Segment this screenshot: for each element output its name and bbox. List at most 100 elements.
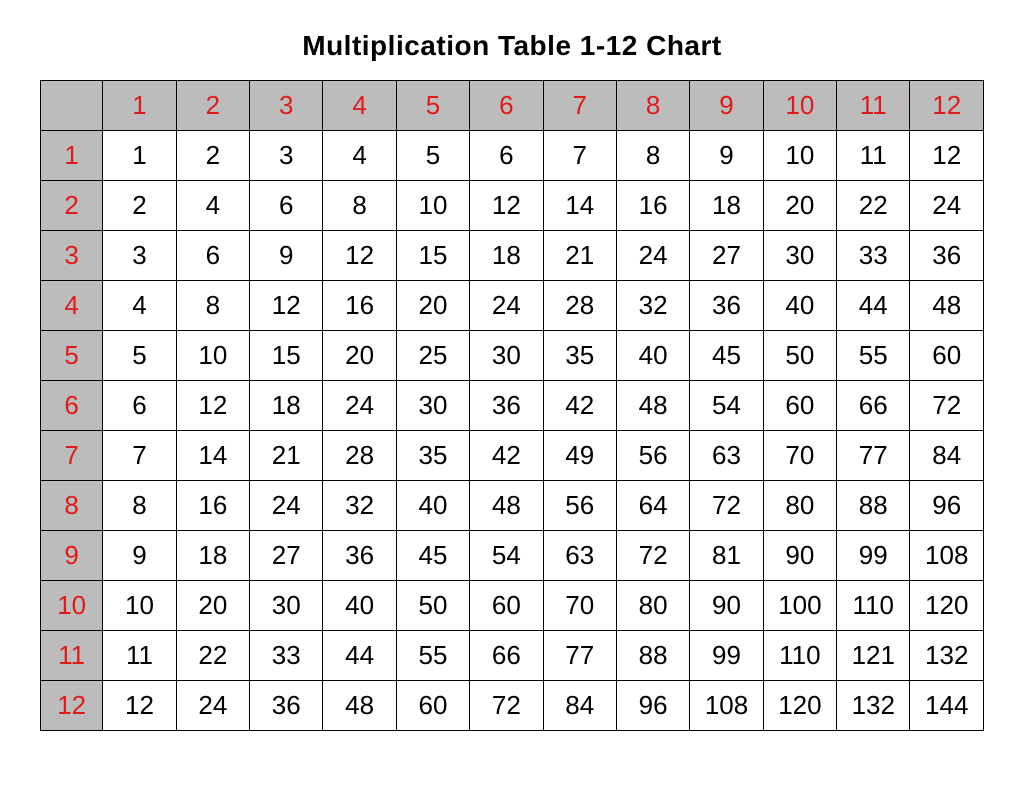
cell: 22: [837, 181, 910, 231]
table-body: 1 2 3 4 5 6 7 8 9 10 11 12 1 1 2 3 4 5 6: [41, 81, 984, 731]
cell: 16: [616, 181, 689, 231]
col-header: 10: [763, 81, 836, 131]
cell: 20: [763, 181, 836, 231]
col-header: 11: [837, 81, 910, 131]
table-row: 12 12 24 36 48 60 72 84 96 108 120 132 1…: [41, 681, 984, 731]
cell: 6: [470, 131, 543, 181]
cell: 20: [176, 581, 249, 631]
cell: 8: [176, 281, 249, 331]
cell: 4: [323, 131, 396, 181]
cell: 50: [763, 331, 836, 381]
cell: 10: [396, 181, 469, 231]
cell: 54: [470, 531, 543, 581]
cell: 42: [543, 381, 616, 431]
row-header: 10: [41, 581, 103, 631]
cell: 88: [837, 481, 910, 531]
cell: 55: [837, 331, 910, 381]
cell: 8: [103, 481, 176, 531]
cell: 10: [176, 331, 249, 381]
col-header: 4: [323, 81, 396, 131]
page-title: Multiplication Table 1-12 Chart: [40, 30, 984, 62]
cell: 12: [470, 181, 543, 231]
table-row: 2 2 4 6 8 10 12 14 16 18 20 22 24: [41, 181, 984, 231]
cell: 18: [470, 231, 543, 281]
cell: 96: [910, 481, 984, 531]
col-header: 6: [470, 81, 543, 131]
cell: 121: [837, 631, 910, 681]
cell: 12: [176, 381, 249, 431]
cell: 24: [616, 231, 689, 281]
cell: 3: [103, 231, 176, 281]
cell: 14: [543, 181, 616, 231]
cell: 5: [103, 331, 176, 381]
cell: 60: [470, 581, 543, 631]
table-row: 7 7 14 21 28 35 42 49 56 63 70 77 84: [41, 431, 984, 481]
cell: 24: [250, 481, 323, 531]
col-header: 12: [910, 81, 984, 131]
cell: 36: [323, 531, 396, 581]
cell: 144: [910, 681, 984, 731]
row-header: 6: [41, 381, 103, 431]
cell: 30: [763, 231, 836, 281]
cell: 15: [396, 231, 469, 281]
cell: 56: [543, 481, 616, 531]
cell: 72: [910, 381, 984, 431]
col-header: 7: [543, 81, 616, 131]
cell: 27: [690, 231, 763, 281]
cell: 64: [616, 481, 689, 531]
cell: 35: [396, 431, 469, 481]
table-row: 8 8 16 24 32 40 48 56 64 72 80 88 96: [41, 481, 984, 531]
row-header: 1: [41, 131, 103, 181]
table-row: 4 4 8 12 16 20 24 28 32 36 40 44 48: [41, 281, 984, 331]
cell: 60: [763, 381, 836, 431]
row-header: 4: [41, 281, 103, 331]
cell: 54: [690, 381, 763, 431]
cell: 36: [470, 381, 543, 431]
cell: 48: [616, 381, 689, 431]
row-header: 8: [41, 481, 103, 531]
col-header: 9: [690, 81, 763, 131]
cell: 9: [690, 131, 763, 181]
cell: 49: [543, 431, 616, 481]
cell: 132: [837, 681, 910, 731]
cell: 66: [470, 631, 543, 681]
cell: 11: [837, 131, 910, 181]
cell: 32: [323, 481, 396, 531]
cell: 120: [910, 581, 984, 631]
cell: 6: [103, 381, 176, 431]
col-header: 5: [396, 81, 469, 131]
cell: 24: [176, 681, 249, 731]
cell: 45: [396, 531, 469, 581]
cell: 36: [910, 231, 984, 281]
cell: 33: [837, 231, 910, 281]
cell: 27: [250, 531, 323, 581]
row-header: 2: [41, 181, 103, 231]
cell: 10: [103, 581, 176, 631]
cell: 7: [543, 131, 616, 181]
cell: 3: [250, 131, 323, 181]
cell: 70: [763, 431, 836, 481]
cell: 20: [396, 281, 469, 331]
cell: 66: [837, 381, 910, 431]
cell: 2: [103, 181, 176, 231]
cell: 48: [470, 481, 543, 531]
cell: 28: [543, 281, 616, 331]
cell: 72: [470, 681, 543, 731]
cell: 25: [396, 331, 469, 381]
row-header: 7: [41, 431, 103, 481]
cell: 88: [616, 631, 689, 681]
cell: 99: [837, 531, 910, 581]
cell: 18: [690, 181, 763, 231]
cell: 108: [690, 681, 763, 731]
cell: 4: [103, 281, 176, 331]
cell: 7: [103, 431, 176, 481]
cell: 24: [323, 381, 396, 431]
row-header: 9: [41, 531, 103, 581]
cell: 14: [176, 431, 249, 481]
cell: 9: [103, 531, 176, 581]
cell: 6: [250, 181, 323, 231]
cell: 81: [690, 531, 763, 581]
cell: 108: [910, 531, 984, 581]
cell: 30: [396, 381, 469, 431]
cell: 99: [690, 631, 763, 681]
